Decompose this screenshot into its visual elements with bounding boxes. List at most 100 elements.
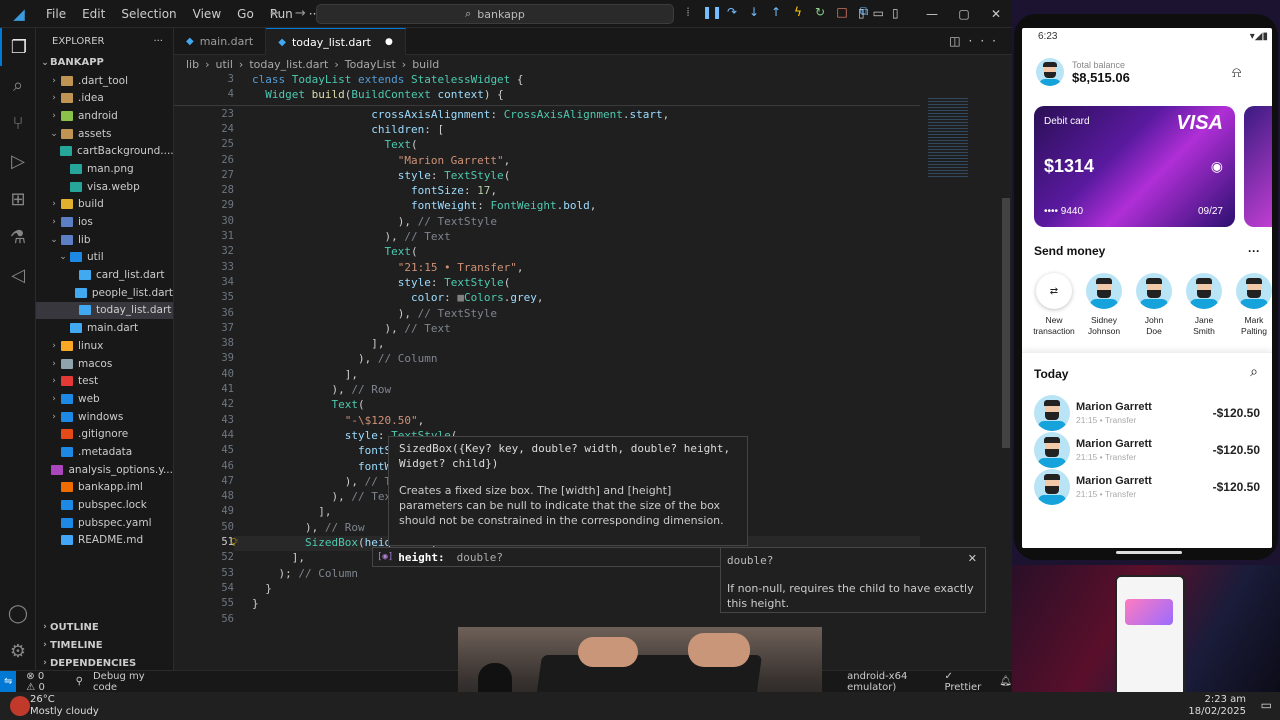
clock-time[interactable]: 2:23 am <box>1204 694 1246 705</box>
next-card[interactable] <box>1244 106 1272 227</box>
scroll-thumb[interactable] <box>1002 198 1010 448</box>
tree-item[interactable]: man.png <box>36 160 173 178</box>
vertical-scrollbar[interactable] <box>1000 73 1012 670</box>
contact-item[interactable]: John Doe <box>1130 273 1178 337</box>
menu-file[interactable]: File <box>38 7 74 21</box>
new-transaction-button[interactable]: ⇄ New transaction <box>1030 273 1078 337</box>
transaction-row[interactable]: Marion Garrett 21:15 • Transfer -$120.50 <box>1034 469 1260 505</box>
tree-item[interactable]: pubspec.lock <box>36 496 173 514</box>
unsaved-dot-icon[interactable]: ● <box>385 37 393 47</box>
code-line[interactable]: crossAxisAlignment: CrossAxisAlignment.s… <box>252 108 669 121</box>
suggest-widget[interactable]: [◉] height: double? <box>372 547 722 567</box>
code-line[interactable]: "21:15 • Transfer", <box>252 261 524 274</box>
code-line[interactable]: Text( <box>252 138 417 151</box>
notifications-bell-icon[interactable]: 🔔︎ <box>999 676 1012 687</box>
tree-item[interactable]: bankapp.iml <box>36 479 173 497</box>
explorer-icon[interactable]: ❐ <box>0 28 36 66</box>
toggle-sidebar-icon[interactable]: ▯ <box>858 6 865 20</box>
tree-item[interactable]: ⌄ assets <box>36 125 173 143</box>
tree-item[interactable]: ⌄ lib <box>36 231 173 249</box>
source-control-icon[interactable]: ⑂ <box>0 104 36 142</box>
toggle-secondary-icon[interactable]: ▯ <box>892 6 899 20</box>
prettier-status[interactable]: ✓ Prettier <box>945 671 982 693</box>
menu-view[interactable]: View <box>185 7 229 21</box>
flutter-icon[interactable]: ◁ <box>0 256 36 294</box>
code-line[interactable]: children: [ <box>252 123 444 136</box>
tree-item[interactable]: › web <box>36 390 173 408</box>
debug-icon[interactable]: ⚲ <box>76 676 83 687</box>
code-line[interactable]: ), // Column <box>252 352 438 365</box>
weather-temp[interactable]: 26°C <box>30 694 55 705</box>
tree-item[interactable]: › .idea <box>36 89 173 107</box>
code-line[interactable]: ), // Row <box>252 521 365 534</box>
menu-selection[interactable]: Selection <box>113 7 184 21</box>
code-line[interactable]: ], <box>252 551 305 564</box>
tree-item[interactable]: › .dart_tool <box>36 72 173 90</box>
breadcrumb-item[interactable]: lib <box>186 58 199 71</box>
debug-label[interactable]: Debug my code <box>93 671 152 693</box>
contact-item[interactable]: Jane Smith <box>1180 273 1228 337</box>
menu-go[interactable]: Go <box>229 7 262 21</box>
tree-item[interactable]: .gitignore <box>36 425 173 443</box>
code-line[interactable]: ), // TextStyle <box>252 215 497 228</box>
drag-handle-icon[interactable]: ⁞ <box>680 5 696 19</box>
home-indicator[interactable] <box>1116 551 1182 554</box>
notification-bell-icon[interactable]: ⍾ <box>1232 64 1241 81</box>
problems-count[interactable]: ⊗ 0 ⚠ 0 <box>26 671 55 693</box>
back-arrow-icon[interactable]: ← <box>270 6 295 21</box>
tree-item[interactable]: ⌄ util <box>36 249 173 267</box>
more-icon[interactable]: ··· <box>1248 244 1260 258</box>
code-line[interactable]: Widget build(BuildContext context) { <box>252 88 503 101</box>
more-actions-icon[interactable]: ··· <box>969 34 1004 48</box>
tree-item[interactable]: pubspec.yaml <box>36 514 173 532</box>
code-line[interactable]: ), // Text <box>252 490 397 503</box>
toggle-panel-icon[interactable]: ▭ <box>873 6 884 20</box>
tree-item[interactable]: main.dart <box>36 319 173 337</box>
tree-item[interactable]: today_list.dart <box>36 301 173 320</box>
tab-main-dart[interactable]: ◆ main.dart <box>174 28 267 55</box>
run-debug-icon[interactable]: ▷ <box>0 142 36 180</box>
eye-icon[interactable]: ◉ <box>1211 158 1223 175</box>
code-line[interactable]: ], <box>252 368 358 381</box>
code-line[interactable]: style: TextStyle( <box>252 169 511 182</box>
remote-indicator-icon[interactable]: ⇋ <box>0 670 17 693</box>
more-actions-icon[interactable]: ··· <box>153 36 163 47</box>
code-line[interactable]: color: ■Colors.grey, <box>252 291 544 304</box>
breadcrumb-item[interactable]: build <box>412 58 439 71</box>
hot-reload-icon[interactable]: ϟ <box>790 5 806 19</box>
nav-arrows[interactable]: ←→ <box>270 6 320 21</box>
tree-item[interactable]: cartBackground.... <box>36 142 173 160</box>
outline-section[interactable]: › OUTLINE <box>36 618 174 636</box>
tree-item[interactable]: .metadata <box>36 443 173 461</box>
breadcrumb-item[interactable]: today_list.dart <box>249 58 328 71</box>
transaction-row[interactable]: Marion Garrett 21:15 • Transfer -$120.50 <box>1034 395 1260 431</box>
tree-item[interactable]: visa.webp <box>36 178 173 196</box>
code-line[interactable]: Text( <box>252 245 417 258</box>
device-label[interactable]: android-x64 emulator) <box>847 671 930 693</box>
account-icon[interactable]: ◯ <box>0 594 36 632</box>
settings-gear-icon[interactable]: ⚙ <box>0 632 36 670</box>
tab-today-list-dart[interactable]: ◆ today_list.dart ● <box>266 28 406 55</box>
step-over-icon[interactable]: ↷ <box>724 5 740 19</box>
tree-item[interactable]: people_list.dart <box>36 284 173 302</box>
code-line[interactable]: ), // Text <box>252 322 450 335</box>
restart-icon[interactable]: ↻ <box>812 5 828 19</box>
code-line[interactable]: ), // TextStyle <box>252 307 497 320</box>
tree-item[interactable]: card_list.dart <box>36 266 173 284</box>
pause-icon[interactable]: ❚❚ <box>702 5 722 19</box>
testing-icon[interactable]: ⚗ <box>0 218 36 256</box>
code-line[interactable]: ), // Row <box>252 383 391 396</box>
step-out-icon[interactable]: ↑ <box>768 5 784 19</box>
tree-item[interactable]: analysis_options.y... <box>36 461 173 479</box>
extensions-icon[interactable]: ⊞ <box>0 180 36 218</box>
code-line[interactable]: ], <box>252 337 384 350</box>
close-icon[interactable]: ✕ <box>980 7 1012 21</box>
search-icon[interactable]: ⌕ <box>1250 363 1258 380</box>
step-into-icon[interactable]: ↓ <box>746 5 762 19</box>
code-line[interactable]: fontWeight: FontWeight.bold, <box>252 199 596 212</box>
notification-icon[interactable]: ▭ <box>1261 698 1272 712</box>
breadcrumb-item[interactable]: util <box>216 58 233 71</box>
timeline-section[interactable]: › TIMELINE <box>36 636 174 654</box>
workspace-root[interactable]: ⌄ BANKAPP <box>36 54 173 72</box>
debit-card[interactable]: Debit card VISA $1314 ◉ •••• 9440 09/27 <box>1034 106 1235 227</box>
